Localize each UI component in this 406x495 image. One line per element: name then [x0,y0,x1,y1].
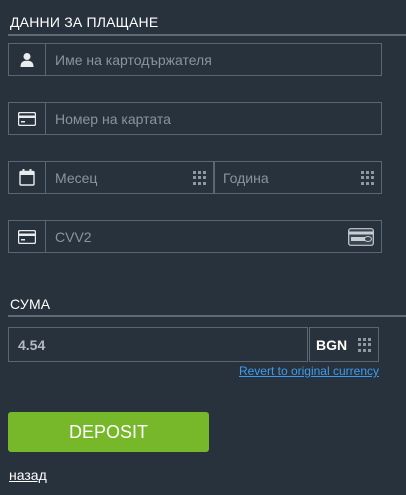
cvv-field[interactable]: CVV2 [8,220,382,253]
credit-card-icon [9,221,46,252]
expiry-month-select[interactable]: Месец [8,161,214,194]
cardholder-name-placeholder: Име на картодържателя [55,51,212,68]
expiry-year-placeholder: Година [223,169,269,186]
currency-value: BGN [316,336,348,353]
grid-menu-icon [358,338,372,352]
calendar-icon [9,162,46,193]
expiry-month-placeholder: Месец [55,169,98,186]
grid-menu-icon [193,171,207,185]
payment-section-title: ДАННИ ЗА ПЛАЩАНЕ [10,14,159,30]
cardholder-name-field[interactable]: Име на картодържателя [8,43,382,76]
currency-select[interactable]: BGN [309,327,379,362]
revert-currency-link[interactable]: Revert to original currency [239,364,379,378]
amount-section-title: СУМА [10,296,51,312]
deposit-button[interactable]: DEPOSIT [8,412,209,452]
user-icon [9,44,46,75]
amount-input[interactable]: 4.54 [8,327,308,362]
credit-card-icon [9,103,46,134]
amount-section-divider [8,315,406,317]
cvv-placeholder: CVV2 [55,228,92,245]
expiry-year-select[interactable]: Година [214,161,382,194]
card-number-placeholder: Номер на картата [55,110,171,127]
grid-menu-icon [361,171,375,185]
card-number-field[interactable]: Номер на картата [8,102,382,135]
back-link[interactable]: назад [9,467,47,483]
payment-section-divider [8,34,406,36]
card-back-cvv-icon [348,228,374,251]
